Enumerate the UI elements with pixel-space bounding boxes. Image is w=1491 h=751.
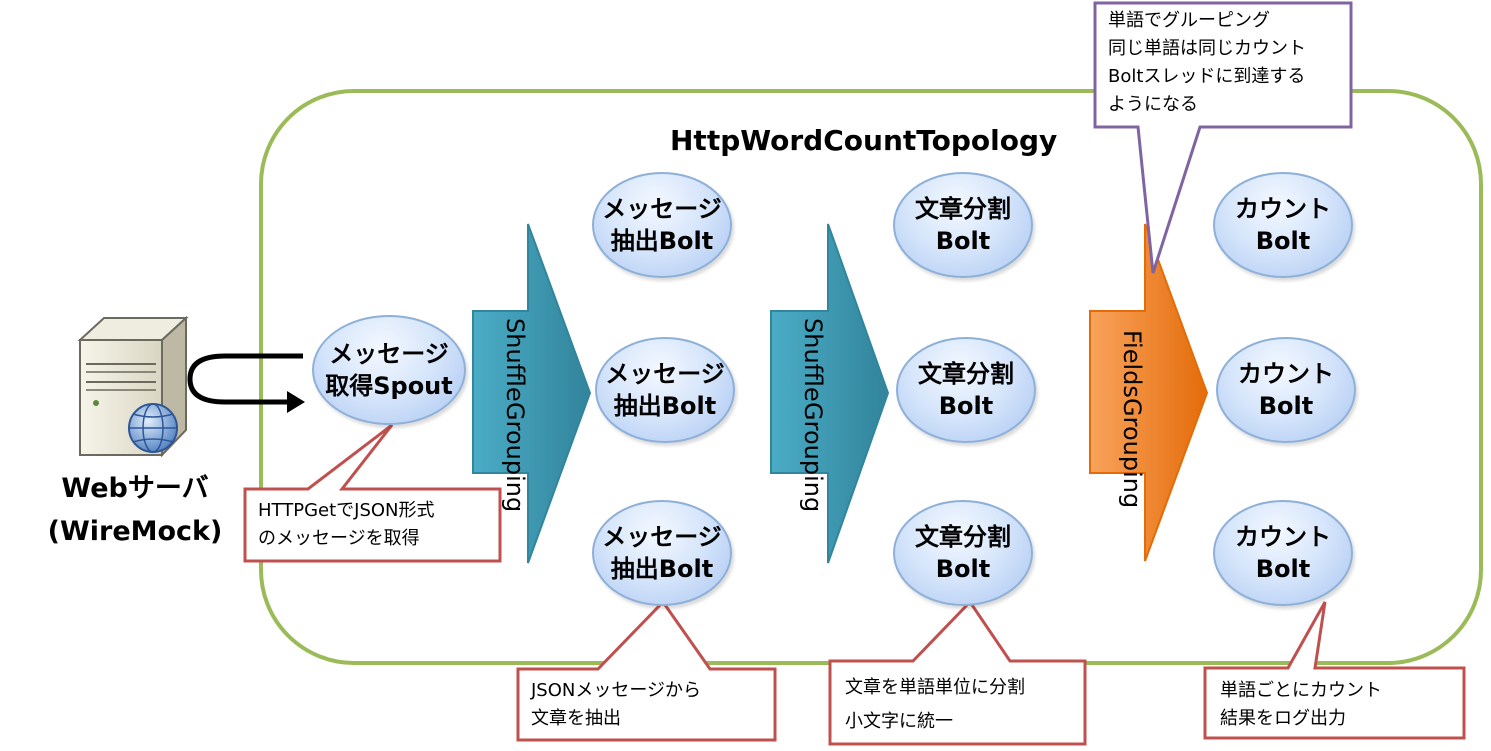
fields-note-line4: ようになる	[1108, 94, 1198, 115]
spout-node: メッセージ 取得Spout	[312, 315, 466, 425]
request-loop-arrow	[187, 353, 305, 413]
shuffle-grouping-1-line1: Shuffle	[501, 318, 529, 402]
extract-note: JSONメッセージから 文章を抽出	[531, 677, 701, 733]
spout-note: HTTPGetでJSON形式 のメッセージを取得	[258, 497, 435, 553]
count-bolt-label-line1: カウント	[1235, 195, 1331, 223]
split-note-line2: 小文字に統一	[845, 711, 953, 732]
extract-bolt-label-line1: メッセージ	[605, 360, 725, 388]
spout-label-line1: メッセージ	[329, 340, 449, 368]
extract-bolt-label-line1: メッセージ	[602, 195, 722, 223]
extract-bolt-label-line2: 抽出Bolt	[613, 392, 717, 420]
fields-grouping-label: Fields Grouping	[1097, 330, 1167, 508]
extract-bolt-node: メッセージ 抽出Bolt	[592, 172, 732, 278]
shuffle-grouping-label-2: Shuffle Grouping	[778, 318, 848, 512]
split-note: 文章を単語単位に分割 小文字に統一	[845, 671, 1025, 739]
server-name: Webサーバ	[40, 466, 230, 505]
extract-bolt-node: メッセージ 抽出Bolt	[595, 337, 735, 443]
shuffle-grouping-label-1: Shuffle Grouping	[480, 318, 550, 512]
server-subname: (WireMock)	[30, 516, 240, 547]
count-bolt-node: カウント Bolt	[1213, 172, 1353, 278]
fields-note: 単語でグルーピング 同じ単語は同じカウント Boltスレッドに到達する ようにな…	[1108, 7, 1306, 119]
split-bolt-node: 文章分割 Bolt	[893, 172, 1033, 278]
server-name-line1: Webサーバ	[61, 473, 209, 504]
fields-note-line3: Boltスレッドに到達する	[1108, 66, 1306, 87]
count-bolt-label-line2: Bolt	[1255, 555, 1311, 583]
server-icon	[77, 315, 189, 458]
fields-note-line2: 同じ単語は同じカウント	[1108, 38, 1306, 59]
fields-note-line1: 単語でグルーピング	[1108, 10, 1270, 31]
count-note-line2: 結果をログ出力	[1220, 708, 1346, 729]
count-bolt-label-line1: カウント	[1238, 360, 1334, 388]
shuffle-grouping-1-line2: Grouping	[501, 401, 529, 512]
fields-grouping-line1: Fields	[1118, 330, 1146, 398]
server-name-line2: (WireMock)	[47, 516, 223, 547]
spout-label-line2: 取得Spout	[325, 372, 453, 400]
extract-bolt-node: メッセージ 抽出Bolt	[592, 500, 732, 606]
split-bolt-label-line2: Bolt	[935, 227, 991, 255]
extract-note-line2: 文章を抽出	[531, 708, 621, 729]
split-bolt-label-line1: 文章分割	[915, 195, 1011, 223]
count-bolt-node: カウント Bolt	[1216, 337, 1356, 443]
count-bolt-label-line2: Bolt	[1255, 227, 1311, 255]
extract-bolt-label-line1: メッセージ	[602, 523, 722, 551]
spout-note-line2: のメッセージを取得	[258, 528, 420, 549]
shuffle-grouping-2-line1: Shuffle	[799, 318, 827, 402]
extract-bolt-label-line2: 抽出Bolt	[610, 227, 714, 255]
count-note: 単語ごとにカウント 結果をログ出力	[1220, 677, 1382, 733]
shuffle-grouping-2-line2: Grouping	[799, 401, 827, 512]
split-note-line1: 文章を単語単位に分割	[845, 677, 1025, 698]
count-bolt-label-line1: カウント	[1235, 523, 1331, 551]
count-bolt-node: カウント Bolt	[1213, 500, 1353, 606]
count-bolt-label-line2: Bolt	[1258, 392, 1314, 420]
split-bolt-label-line2: Bolt	[938, 392, 994, 420]
split-bolt-label-line1: 文章分割	[918, 360, 1014, 388]
split-bolt-node: 文章分割 Bolt	[896, 337, 1036, 443]
extract-bolt-label-line2: 抽出Bolt	[610, 555, 714, 583]
split-bolt-label-line2: Bolt	[935, 555, 991, 583]
extract-note-line1: JSONメッセージから	[531, 680, 702, 701]
fields-grouping-line2: Grouping	[1118, 397, 1146, 509]
split-bolt-node: 文章分割 Bolt	[893, 500, 1033, 606]
split-bolt-label-line1: 文章分割	[915, 523, 1011, 551]
count-note-line1: 単語ごとにカウント	[1220, 680, 1382, 701]
spout-note-line1: HTTPGetでJSON形式	[258, 500, 435, 521]
